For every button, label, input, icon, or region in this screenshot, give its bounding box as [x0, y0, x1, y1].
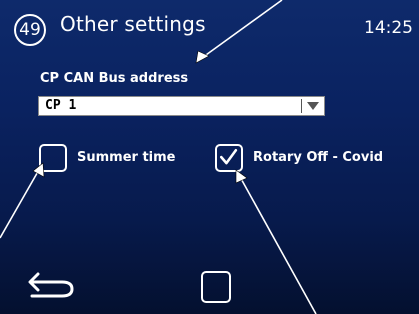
canbus-address-select[interactable]: CP 1 [38, 96, 325, 116]
back-arrow-icon[interactable] [28, 266, 76, 302]
page-number-badge: 49 [14, 14, 46, 46]
summer-time-checkbox[interactable] [39, 144, 67, 172]
rotary-off-checkbox[interactable] [215, 144, 243, 172]
header-bar: 49 Other settings 14:25 [0, 0, 419, 56]
canbus-address-label: CP CAN Bus address [40, 71, 189, 86]
rotary-off-label: Rotary Off - Covid [253, 150, 384, 165]
home-square-icon[interactable] [201, 271, 231, 303]
select-divider [301, 99, 302, 113]
rotary-off-option[interactable]: Rotary Off - Covid [215, 144, 415, 172]
clock: 14:25 [364, 18, 413, 38]
summer-time-option[interactable]: Summer time [39, 144, 199, 172]
checkmark-icon [220, 149, 238, 165]
canbus-address-value: CP 1 [45, 98, 77, 113]
summer-time-label: Summer time [77, 150, 176, 165]
settings-screen: 49 Other settings 14:25 CP CAN Bus addre… [0, 0, 419, 314]
chevron-down-icon[interactable] [304, 99, 322, 113]
page-title: Other settings [60, 12, 206, 36]
